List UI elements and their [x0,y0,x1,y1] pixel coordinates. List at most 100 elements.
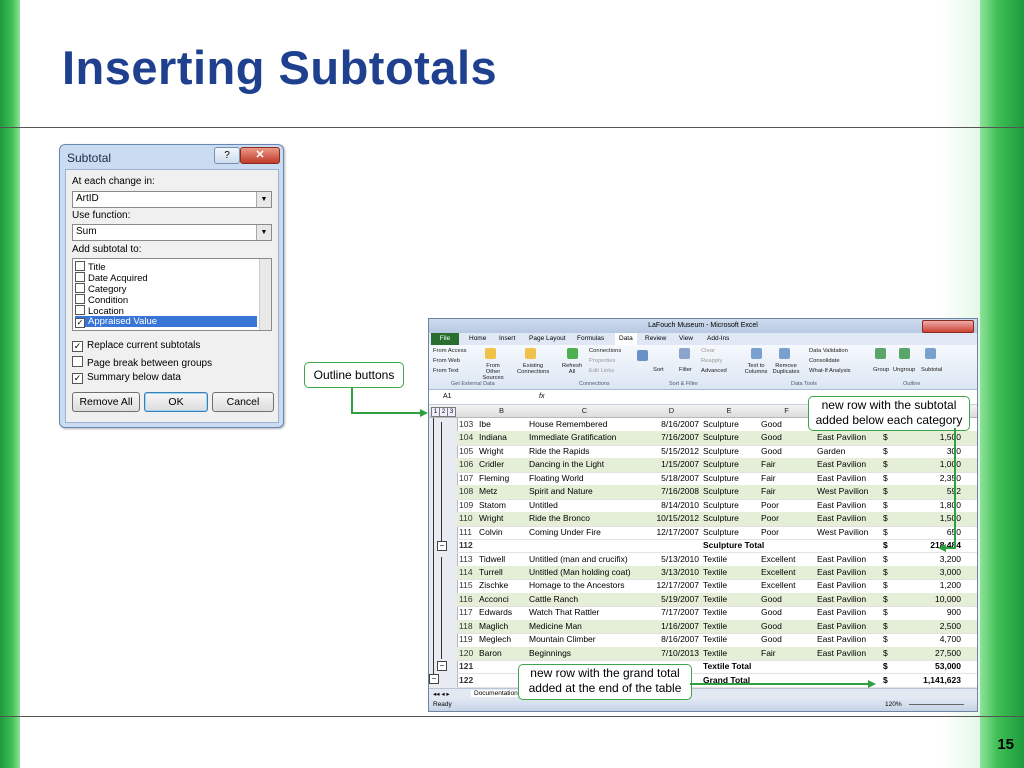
cell-n[interactable]: 120 [459,647,473,660]
cell-b[interactable]: Wright [479,512,503,525]
cell-c[interactable]: Spirit and Nature [529,485,593,498]
cell-n[interactable]: 106 [459,458,473,471]
cell-cur[interactable]: $ [883,606,888,619]
cell-e[interactable]: Textile [703,647,727,660]
cell-cur[interactable]: $ [883,660,888,673]
tab-review[interactable]: Review [645,335,666,342]
table-row[interactable]: 111 Colvin Coming Under Fire 12/17/2007 Scul… [457,526,977,540]
cell-c[interactable]: Medicine Man [529,620,582,633]
cell-g[interactable]: West Pavilion [817,526,868,539]
tab-data[interactable]: Data [615,333,637,345]
cell-n[interactable]: 111 [459,526,472,539]
refresh-all-button[interactable]: Refresh All [561,363,583,375]
cell-cur[interactable]: $ [883,445,888,458]
sheet-nav-icon[interactable]: ◂◂ ◂ ▸ [433,690,450,698]
ungroup-button[interactable]: Ungroup [893,367,915,373]
cell-n[interactable]: 110 [459,512,473,525]
cell-h[interactable]: 1,500 [893,431,961,444]
cell-cur[interactable]: $ [883,566,888,579]
cell-h[interactable]: 3,000 [893,566,961,579]
cell-g[interactable]: East Pavilion [817,512,866,525]
cell-f[interactable]: Good [761,431,782,444]
cell-c[interactable]: Coming Under Fire [529,526,601,539]
advanced-button[interactable]: Advanced [701,368,727,374]
cell-d[interactable]: 7/10/2013 [647,647,699,660]
cell-b[interactable]: Tidwell [479,553,505,566]
list-item[interactable]: Location [75,305,257,317]
cell-h[interactable]: 300 [893,445,961,458]
cell-g[interactable]: East Pavilion [817,566,866,579]
column-header[interactable]: F [759,406,814,415]
sheet-tab[interactable]: Documentation [471,690,521,697]
checkbox-checked[interactable]: ✓ [75,318,85,328]
list-item[interactable]: Category [75,283,257,295]
outline-level-3-button[interactable]: 3 [447,407,456,417]
cell-h[interactable]: 27,500 [893,647,961,660]
what-if-button[interactable]: What-If Analysis [809,368,851,374]
cell-n[interactable]: 115 [459,579,473,592]
properties-button[interactable]: Properties [589,358,615,364]
cell-g[interactable]: East Pavilion [817,620,866,633]
cell-b[interactable]: Edwards [479,606,512,619]
zoom-level[interactable]: 120% [885,701,902,708]
table-row[interactable]: 115 Zischke Homage to the Ancestors 12/17/2… [457,579,977,594]
collapse-icon[interactable]: − [429,674,439,684]
cell-c[interactable]: Untitled [529,499,558,512]
cell-h[interactable]: 592 [893,485,961,498]
tab-insert[interactable]: Insert [499,335,515,342]
cell-c[interactable]: Mountain Climber [529,633,596,646]
zoom-slider[interactable] [909,704,964,705]
cell-d[interactable]: 7/17/2007 [647,606,699,619]
cell-d[interactable]: 8/16/2007 [647,633,699,646]
page-break-option[interactable]: Page break between groups [72,356,212,369]
cell-b[interactable]: Turrell [479,566,503,579]
cell-e[interactable]: Sculpture [703,472,739,485]
cell-c[interactable]: Ride the Rapids [529,445,589,458]
cell-e[interactable]: Sculpture [703,418,739,431]
cell-n[interactable]: 122 [459,674,473,687]
cell-e[interactable]: Sculpture [703,485,739,498]
connections-button[interactable]: Connections [589,348,621,354]
cell-f[interactable]: Good [761,418,782,431]
cell-n[interactable]: 114 [459,566,473,579]
cell-g[interactable]: East Pavilion [817,579,866,592]
use-function-select[interactable]: Sum ▼ [72,224,272,241]
cell-cur[interactable]: $ [883,499,888,512]
cell-g[interactable]: West Pavilion [817,485,868,498]
cell-n[interactable]: 113 [459,553,473,566]
cell-d[interactable]: 12/17/2007 [647,526,699,539]
cell-cur[interactable]: $ [883,579,888,592]
cell-c[interactable]: Untitled (man and crucifix) [529,553,628,566]
cell-d[interactable]: 5/18/2007 [647,472,699,485]
cell-h[interactable]: 3,200 [893,553,961,566]
fx-icon[interactable]: fx [539,393,544,400]
cell-c[interactable]: Ride the Bronco [529,512,590,525]
checkbox-checked[interactable]: ✓ [72,373,83,384]
cell-c[interactable]: Floating World [529,472,584,485]
list-item[interactable]: Title [75,261,257,273]
cell-e[interactable]: Sculpture [703,445,739,458]
cell-n[interactable]: 117 [459,606,473,619]
cell-d[interactable]: 1/15/2007 [647,458,699,471]
cell-cur[interactable]: $ [883,458,888,471]
table-row[interactable]: 105 Wright Ride the Rapids 5/15/2012 Sculptu… [457,445,977,460]
cell-d[interactable]: 7/16/2007 [647,431,699,444]
cell-e[interactable]: Sculpture [703,526,739,539]
cell-f[interactable]: Excellent [761,566,796,579]
cell-e[interactable]: Grand Total [703,674,750,687]
table-row[interactable]: 114 Turrell Untitled (Man holding coat) 3/1… [457,565,977,581]
cell-h[interactable]: 218,484 [893,539,961,552]
tab-view[interactable]: View [679,335,693,342]
cell-g[interactable]: East Pavilion [817,647,866,660]
cell-g[interactable]: East Pavilion [817,606,866,619]
chevron-down-icon[interactable]: ▼ [256,225,271,240]
cell-n[interactable]: 118 [459,620,473,633]
cell-h[interactable]: 650 [893,526,961,539]
cell-cur[interactable]: $ [883,472,888,485]
reapply-button[interactable]: Reapply [701,358,722,364]
cell-f[interactable]: Fair [761,647,776,660]
cell-b[interactable]: Acconci [479,593,509,606]
cell-n[interactable]: 105 [459,445,473,458]
edit-links-button[interactable]: Edit Links [589,368,614,374]
cell-c[interactable]: Beginnings [529,647,571,660]
